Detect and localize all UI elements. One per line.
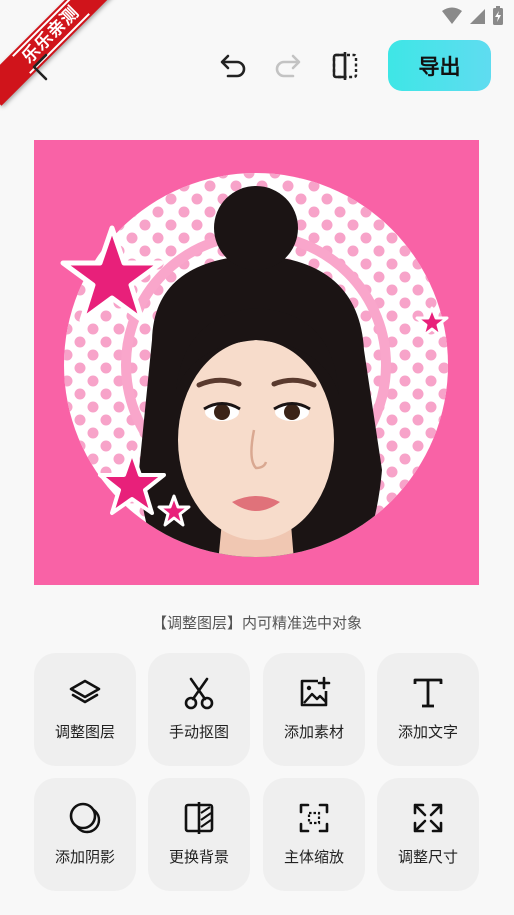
tool-label: 更换背景 — [168, 848, 229, 866]
status-bar — [442, 6, 504, 26]
resize-icon — [413, 803, 443, 833]
export-label: 导出 — [418, 54, 461, 79]
tool-label: 调整图层 — [54, 723, 115, 741]
tool-label: 调整尺寸 — [397, 848, 458, 866]
background-icon — [184, 802, 214, 834]
layers-icon — [69, 679, 101, 704]
tool-change-background[interactable]: 更换背景 — [148, 778, 250, 891]
watermark-ribbon: 乐乐亲测 — [0, 0, 122, 106]
tool-label: 添加文字 — [397, 723, 458, 741]
tool-label: 添加素材 — [283, 723, 344, 741]
portrait-image[interactable] — [34, 140, 479, 585]
signal-icon — [470, 9, 485, 24]
tool-manual-cutout[interactable]: 手动抠图 — [148, 653, 250, 766]
tool-adjust-size[interactable]: 调整尺寸 — [377, 778, 479, 891]
tool-add-shadow[interactable]: 添加阴影 — [34, 778, 136, 891]
scissors-icon — [184, 677, 214, 710]
hint-text: 【调整图层】内可精准选中对象 — [151, 614, 362, 632]
redo-icon[interactable] — [272, 50, 304, 82]
editing-canvas[interactable] — [34, 140, 479, 585]
add-image-icon — [300, 676, 331, 707]
tool-adjust-layers[interactable]: 调整图层 — [34, 653, 136, 766]
wifi-icon — [442, 7, 462, 24]
back-icon[interactable] — [26, 52, 56, 82]
tool-label: 手动抠图 — [168, 723, 229, 741]
tool-add-text[interactable]: 添加文字 — [377, 653, 479, 766]
tool-label: 主体缩放 — [283, 848, 344, 866]
compare-icon[interactable] — [330, 50, 362, 82]
shadow-icon — [69, 802, 101, 834]
tool-label: 添加阴影 — [54, 848, 115, 866]
battery-icon — [493, 6, 503, 25]
tool-subject-scale[interactable]: 主体缩放 — [263, 778, 365, 891]
scale-icon — [299, 803, 329, 833]
text-icon — [413, 678, 443, 708]
export-button[interactable]: 导出 — [388, 40, 491, 91]
undo-icon[interactable] — [217, 50, 249, 82]
tool-add-material[interactable]: 添加素材 — [263, 653, 365, 766]
